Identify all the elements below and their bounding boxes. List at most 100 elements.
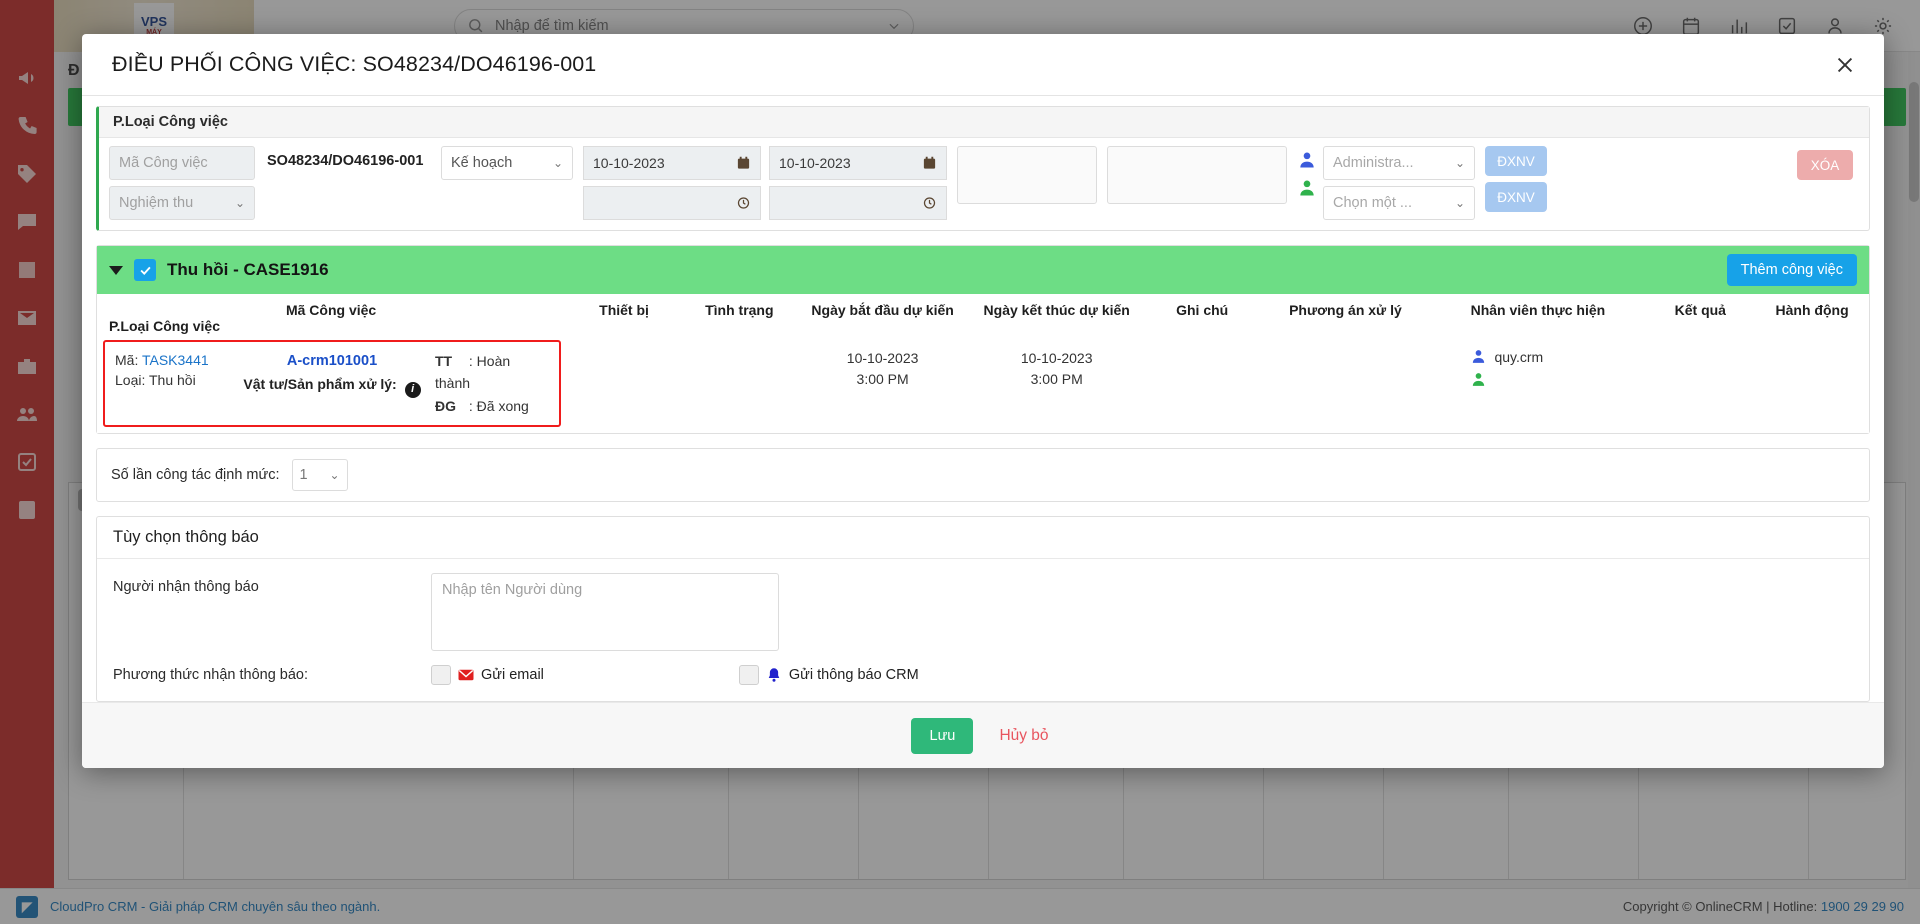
add-task-button[interactable]: Thêm công việc <box>1726 254 1857 286</box>
task-group-card: Thu hồi - CASE1916 Thêm công việc Mã Côn… <box>96 245 1870 435</box>
notification-panel-body: Người nhận thông báo Phương thức nhận th… <box>97 559 1869 701</box>
col-ma-cong-viec: Mã Công việc P.Loại Công việc <box>97 294 565 338</box>
acceptance-select[interactable]: Nghiệm thu ⌄ <box>109 186 255 220</box>
modal-body: P.Loại Công việc Mã Công việc Nghiệm thu… <box>82 96 1884 702</box>
task-code-line: Mã: TASK3441 <box>115 350 239 370</box>
start-date-text: 10-10-2023 <box>846 350 919 366</box>
end-time-text: 3:00 PM <box>1030 371 1083 387</box>
status-label: TT <box>435 353 453 369</box>
panel-header-label: P.Loại Công việc <box>99 107 1869 138</box>
recipient-label: Người nhận thông báo <box>113 579 259 596</box>
recipient-row: Người nhận thông báo <box>113 573 1853 652</box>
task-code-label: Mã: <box>115 352 139 368</box>
end-date-text: 10-10-2023 <box>1020 350 1093 366</box>
clock-icon[interactable] <box>922 195 937 211</box>
col-ghi-chu: Ghi chú <box>1176 302 1229 318</box>
assignee-selects: Administra... ⌄ Chọn một ... ⌄ <box>1323 146 1475 220</box>
work-code-field[interactable]: Mã Công việc <box>109 146 255 180</box>
device-code[interactable]: A-crm101001 <box>239 350 425 373</box>
acceptance-select-value: Nghiệm thu <box>119 195 194 211</box>
start-date-value: 10-10-2023 <box>593 155 665 171</box>
cell-ket-qua <box>1645 338 1755 433</box>
calendar-icon[interactable] <box>922 155 937 171</box>
check-icon <box>139 266 151 275</box>
note-textarea-2[interactable] <box>1107 146 1287 204</box>
cell-nhan-vien: quy.crm <box>1430 338 1645 433</box>
dxnv-buttons: ĐXNV ĐXNV <box>1485 146 1547 212</box>
highlighted-task-cell: Mã: TASK3441 Loại: Thu hồi A-crm101001 V… <box>103 340 562 428</box>
task-code-link[interactable]: TASK3441 <box>142 352 209 368</box>
end-date-input[interactable]: 10-10-2023 <box>769 146 947 180</box>
cell-thiet-bi <box>565 338 683 433</box>
material-line: Vật tư/Sản phẩm xử lý: i <box>239 373 425 398</box>
calendar-icon[interactable] <box>736 155 751 171</box>
task-table-header: Mã Công việc P.Loại Công việc Thiết bị T… <box>97 294 1869 338</box>
cell-end-date: 10-10-2023 3:00 PM <box>969 338 1143 433</box>
evaluation-line: ĐG : Đã xong <box>435 395 541 417</box>
email-icon <box>458 669 474 681</box>
col-nhan-vien: Nhân viên thực hiện <box>1470 302 1606 318</box>
bell-icon <box>768 668 780 682</box>
order-code-value: SO48234/DO46196-001 <box>267 153 424 169</box>
chevron-down-icon: ⌄ <box>1454 156 1465 170</box>
method-label: Phương thức nhận thông báo: <box>113 667 309 684</box>
plan-select-value: Kế hoạch <box>451 155 513 171</box>
page-title: ĐIỀU PHỐI CÔNG VIỆC: SO48234/DO46196-001 <box>112 52 597 76</box>
crm-checkbox-label: Gửi thông báo CRM <box>788 667 919 684</box>
dispatch-work-modal: ĐIỀU PHỐI CÔNG VIỆC: SO48234/DO46196-001… <box>82 34 1884 768</box>
note-textarea-1[interactable] <box>957 146 1097 204</box>
assignee-select-1-value: Administra... <box>1333 155 1414 171</box>
close-icon[interactable] <box>1828 48 1862 82</box>
col-ket-qua: Kết quả <box>1674 302 1726 318</box>
col-label: Mã Công việc <box>285 302 377 318</box>
material-label: Vật tư/Sản phẩm xử lý: <box>243 376 397 393</box>
cell-tinh-trang <box>683 338 796 433</box>
task-type-label: Loại: <box>115 372 146 389</box>
end-date-value: 10-10-2023 <box>779 155 851 171</box>
task-table: Mã Công việc P.Loại Công việc Thiết bị T… <box>97 294 1869 434</box>
crm-checkbox[interactable] <box>738 665 759 686</box>
start-date-input[interactable]: 10-10-2023 <box>583 146 761 180</box>
chevron-down-icon: ⌄ <box>1454 196 1465 210</box>
panel-row: Mã Công việc Nghiệm thu ⌄ SO48234/DO4619… <box>99 138 1869 230</box>
save-button[interactable]: Lưu <box>911 717 974 754</box>
employee-primary: quy.crm <box>1470 348 1639 365</box>
end-time-input[interactable] <box>769 186 947 220</box>
dxnv-button-1[interactable]: ĐXNV <box>1485 146 1547 176</box>
plan-select-group: Kế hoạch ⌄ <box>441 146 573 180</box>
modal-footer: Lưu Hủy bỏ <box>82 702 1884 768</box>
user-icon <box>1300 152 1314 168</box>
table-row[interactable]: Mã: TASK3441 Loại: Thu hồi A-crm101001 V… <box>97 338 1869 433</box>
chevron-down-icon: ⌄ <box>234 196 245 210</box>
status-line: TT : Hoàn thành <box>435 350 541 395</box>
collapse-triangle-icon[interactable] <box>109 265 123 275</box>
method-row: Phương thức nhận thông báo: Gửi email Gử… <box>113 665 1853 686</box>
assignee-icons <box>1287 146 1323 198</box>
quota-label: Số lần công tác định mức: <box>111 467 280 484</box>
work-code-group: Mã Công việc Nghiệm thu ⌄ <box>109 146 255 220</box>
group-checkbox[interactable] <box>134 259 156 281</box>
quota-select[interactable]: 1 ⌄ <box>291 459 348 492</box>
notification-options-panel: Tùy chọn thông báo Người nhận thông báo … <box>96 516 1870 702</box>
chevron-down-icon: ⌄ <box>552 156 563 170</box>
assignee-select-2[interactable]: Chọn một ... ⌄ <box>1323 186 1475 220</box>
col-hanh-dong: Hành động <box>1775 302 1849 318</box>
delete-row-button[interactable]: XÓA <box>1797 150 1853 180</box>
start-time-input[interactable] <box>583 186 761 220</box>
email-checkbox-label: Gửi email <box>481 667 544 684</box>
dxnv-button-2[interactable]: ĐXNV <box>1485 182 1547 212</box>
employee-list: quy.crm <box>1436 348 1639 388</box>
plan-select[interactable]: Kế hoạch ⌄ <box>441 146 573 180</box>
info-icon[interactable]: i <box>404 381 421 398</box>
quota-strip: Số lần công tác định mức: 1 ⌄ <box>96 448 1870 503</box>
clock-icon[interactable] <box>736 195 751 211</box>
task-group-header: Thu hồi - CASE1916 Thêm công việc <box>97 246 1869 294</box>
task-table-body: Mã: TASK3441 Loại: Thu hồi A-crm101001 V… <box>97 338 1869 433</box>
cell-phuong-an <box>1260 338 1430 433</box>
cancel-button[interactable]: Hủy bỏ <box>993 726 1054 746</box>
email-checkbox[interactable] <box>431 665 451 686</box>
assignee-select-1[interactable]: Administra... ⌄ <box>1323 146 1475 180</box>
task-type-line: Loại: Thu hồi <box>115 370 239 390</box>
recipient-input[interactable] <box>431 573 779 652</box>
col-ngay-bat-dau: Ngày bắt đầu dự kiến <box>811 302 954 318</box>
